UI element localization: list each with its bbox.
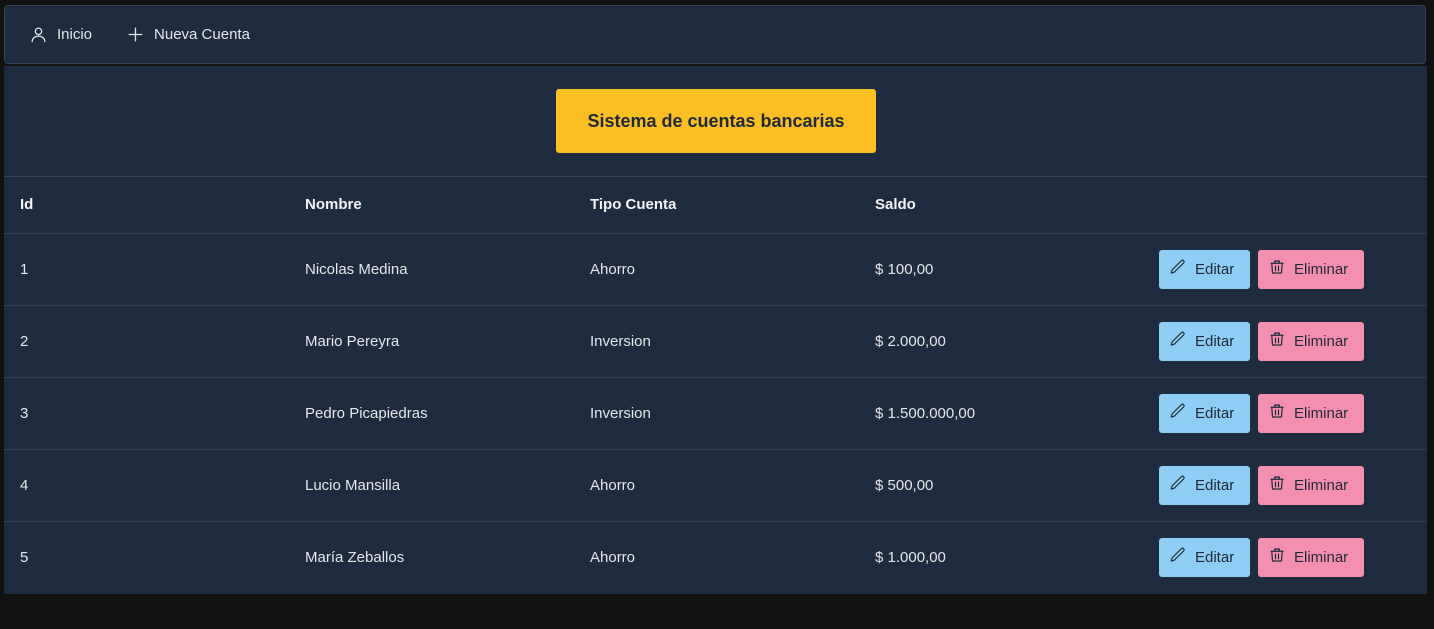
row-actions: Editar Eliminar bbox=[1159, 321, 1411, 361]
edit-button[interactable]: Editar bbox=[1159, 537, 1250, 577]
trash-icon bbox=[1268, 546, 1286, 568]
cell-tipo-cuenta: Inversion bbox=[574, 377, 859, 450]
pencil-icon bbox=[1169, 546, 1187, 568]
column-header-nombre: Nombre bbox=[289, 177, 574, 234]
cell-id: 2 bbox=[4, 305, 289, 378]
nav-item-nueva-cuenta[interactable]: Nueva Cuenta bbox=[126, 25, 250, 44]
delete-button[interactable]: Eliminar bbox=[1258, 321, 1364, 361]
delete-button-label: Eliminar bbox=[1294, 332, 1349, 350]
table-row: 1 Nicolas Medina Ahorro $ 100,00 Editar bbox=[4, 233, 1427, 306]
cell-actions: Editar Eliminar bbox=[1143, 305, 1427, 378]
cell-saldo: $ 500,00 bbox=[859, 449, 1143, 522]
edit-button[interactable]: Editar bbox=[1159, 321, 1250, 361]
column-header-saldo: Saldo bbox=[859, 177, 1143, 234]
user-icon bbox=[29, 25, 48, 44]
cell-tipo-cuenta: Ahorro bbox=[574, 449, 859, 522]
cell-nombre: Pedro Picapiedras bbox=[289, 377, 574, 450]
nav-item-inicio[interactable]: Inicio bbox=[29, 25, 92, 44]
nav-item-label: Nueva Cuenta bbox=[154, 26, 250, 43]
pencil-icon bbox=[1169, 402, 1187, 424]
delete-button-label: Eliminar bbox=[1294, 548, 1349, 566]
edit-button[interactable]: Editar bbox=[1159, 393, 1250, 433]
accounts-table: Id Nombre Tipo Cuenta Saldo 1 Nicolas Me… bbox=[4, 177, 1427, 593]
cell-id: 4 bbox=[4, 449, 289, 522]
cell-nombre: María Zeballos bbox=[305, 548, 405, 566]
cell-actions: Editar Eliminar bbox=[1143, 377, 1427, 450]
row-actions: Editar Eliminar bbox=[1159, 249, 1411, 289]
cell-saldo: $ 1.000,00 bbox=[875, 548, 946, 566]
cell-saldo: $ 100,00 bbox=[859, 233, 1143, 306]
edit-button-label: Editar bbox=[1195, 260, 1235, 278]
trash-icon bbox=[1268, 402, 1286, 424]
column-header-tipo-cuenta: Tipo Cuenta bbox=[574, 177, 859, 234]
column-header-id: Id bbox=[4, 177, 289, 234]
cell-saldo: $ 2.000,00 bbox=[859, 305, 1143, 378]
cell-tipo-cuenta: Inversion bbox=[574, 305, 859, 378]
cell-nombre: Nicolas Medina bbox=[289, 233, 574, 306]
delete-button-label: Eliminar bbox=[1294, 404, 1349, 422]
column-header-actions bbox=[1143, 177, 1427, 234]
cell-actions: Editar Eliminar bbox=[1143, 521, 1427, 593]
table-row: 5 María Zeballos Ahorro $ 1.000,00 Edita… bbox=[4, 521, 1427, 593]
row-actions: Editar Eliminar bbox=[1159, 393, 1411, 433]
delete-button-label: Eliminar bbox=[1294, 476, 1349, 494]
nav-item-label: Inicio bbox=[57, 26, 93, 43]
cell-actions: Editar Eliminar bbox=[1143, 449, 1427, 522]
cell-tipo-cuenta: Ahorro bbox=[574, 233, 859, 306]
cell-id: 1 bbox=[4, 233, 289, 306]
page-header: Sistema de cuentas bancarias bbox=[4, 66, 1427, 177]
delete-button[interactable]: Eliminar bbox=[1258, 249, 1364, 289]
edit-button[interactable]: Editar bbox=[1159, 249, 1250, 289]
main-panel: Sistema de cuentas bancarias Id Nombre T… bbox=[4, 66, 1427, 594]
delete-button[interactable]: Eliminar bbox=[1258, 393, 1364, 433]
trash-icon bbox=[1268, 474, 1286, 496]
row-actions: Editar Eliminar bbox=[1159, 537, 1411, 577]
delete-button[interactable]: Eliminar bbox=[1258, 537, 1364, 577]
edit-button-label: Editar bbox=[1195, 404, 1235, 422]
plus-icon bbox=[126, 25, 145, 44]
table-row: 2 Mario Pereyra Inversion $ 2.000,00 Edi… bbox=[4, 305, 1427, 378]
table-row: 3 Pedro Picapiedras Inversion $ 1.500.00… bbox=[4, 377, 1427, 450]
edit-button[interactable]: Editar bbox=[1159, 465, 1250, 505]
cell-saldo: $ 1.500.000,00 bbox=[859, 377, 1143, 450]
cell-nombre: Mario Pereyra bbox=[289, 305, 574, 378]
pencil-icon bbox=[1169, 474, 1187, 496]
table-row: 4 Lucio Mansilla Ahorro $ 500,00 Editar bbox=[4, 449, 1427, 522]
delete-button-label: Eliminar bbox=[1294, 260, 1349, 278]
row-actions: Editar Eliminar bbox=[1159, 465, 1411, 505]
cell-nombre: Lucio Mansilla bbox=[289, 449, 574, 522]
edit-button-label: Editar bbox=[1195, 476, 1235, 494]
pencil-icon bbox=[1169, 258, 1187, 280]
pencil-icon bbox=[1169, 330, 1187, 352]
delete-button[interactable]: Eliminar bbox=[1258, 465, 1364, 505]
page-title: Sistema de cuentas bancarias bbox=[556, 89, 876, 153]
trash-icon bbox=[1268, 258, 1286, 280]
top-navbar: Inicio Nueva Cuenta bbox=[4, 5, 1426, 64]
cell-id: 5 bbox=[20, 548, 29, 566]
trash-icon bbox=[1268, 330, 1286, 352]
cell-actions: Editar Eliminar bbox=[1143, 233, 1427, 306]
edit-button-label: Editar bbox=[1195, 332, 1235, 350]
cell-tipo-cuenta: Ahorro bbox=[590, 548, 636, 566]
edit-button-label: Editar bbox=[1195, 548, 1235, 566]
cell-id: 3 bbox=[4, 377, 289, 450]
table-header-row: Id Nombre Tipo Cuenta Saldo bbox=[4, 177, 1427, 234]
